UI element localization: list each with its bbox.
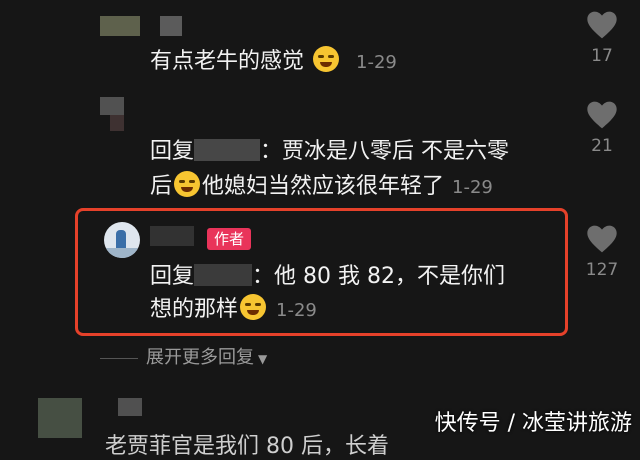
laugh-emoji-icon <box>174 171 201 197</box>
divider <box>100 357 138 359</box>
comment-2-date: 1-29 <box>452 177 493 198</box>
comment-1-like-count: 17 <box>591 46 613 66</box>
comment-3-date: 1-29 <box>276 300 317 321</box>
expand-label: 展开更多回复 <box>146 347 254 368</box>
comment-3-line2: 想的那样 1-29 <box>150 294 317 326</box>
expand-replies-button[interactable]: 展开更多回复 ▼ <box>100 343 267 369</box>
comment-2-line2: 后他媳妇当然应该很年轻了 1-29 <box>150 171 493 203</box>
heart-icon[interactable] <box>586 10 618 40</box>
comment-1-like[interactable]: 17 <box>582 10 622 66</box>
comment-2-line1: 回复 ：贾冰是八零后 不是六零 <box>150 139 510 164</box>
heart-icon[interactable] <box>586 100 618 130</box>
author-avatar[interactable] <box>104 222 140 258</box>
smirk-emoji-icon <box>313 46 340 72</box>
username-blur-bottom <box>118 398 142 416</box>
comment-2-like-count: 21 <box>591 136 613 156</box>
avatar-blur-bottom <box>38 398 82 438</box>
laugh-emoji-icon <box>240 294 267 320</box>
comment-3-line1: 回复 ：他 80 我 82，不是你们 <box>150 264 505 289</box>
heart-icon[interactable] <box>586 224 618 254</box>
chevron-down-icon: ▼ <box>258 352 268 366</box>
author-badge: 作者 <box>207 228 252 250</box>
username-blur-1b <box>160 16 182 36</box>
reply-target-blur <box>194 139 261 161</box>
avatar-blur-2 <box>100 97 124 115</box>
author-name-blur <box>150 226 194 246</box>
comment-3-like[interactable]: 127 <box>582 224 622 280</box>
comment-1-date: 1-29 <box>356 52 397 73</box>
avatar-blur-2b <box>110 115 124 131</box>
comment-3-like-count: 127 <box>585 260 619 280</box>
username-blur-1 <box>100 16 140 36</box>
bottom-partial-comment: 老贾菲官是我们 80 后，长着 <box>105 434 389 459</box>
comment-2-like[interactable]: 21 <box>582 100 622 156</box>
reply-target-blur-3 <box>194 264 253 286</box>
watermark: 快传号 / 冰莹讲旅游 <box>434 411 632 436</box>
comment-1-text: 有点老牛的感觉 1-29 <box>150 46 397 78</box>
